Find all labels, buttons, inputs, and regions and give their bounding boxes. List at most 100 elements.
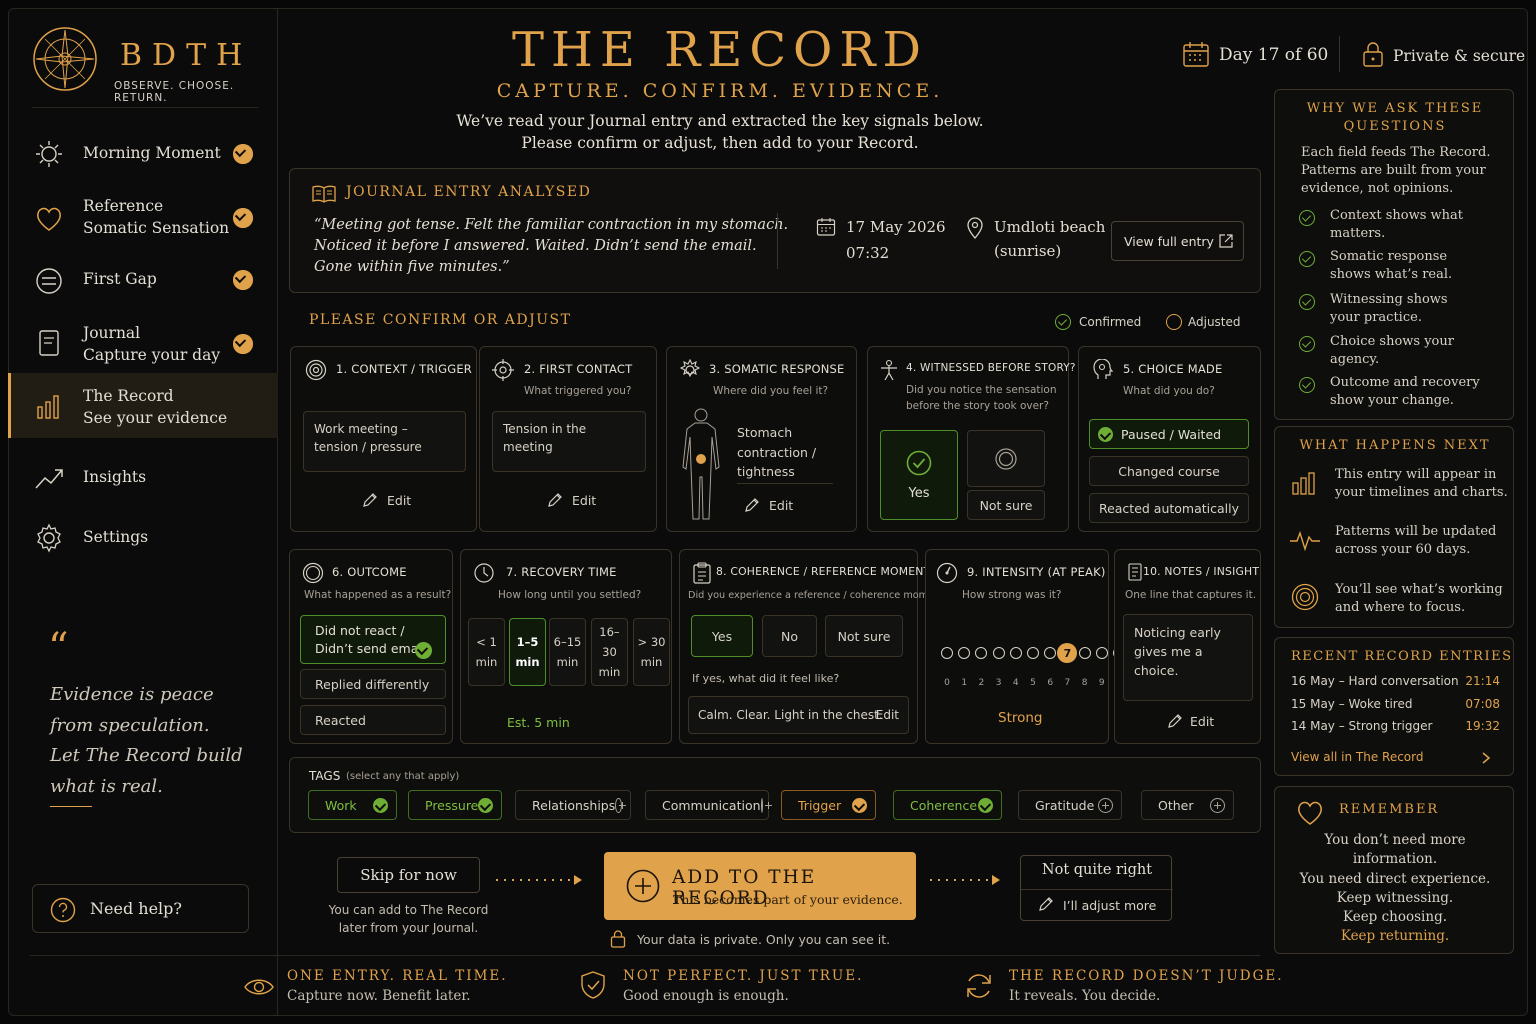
- choice-changed-course-option[interactable]: Changed course: [1089, 456, 1249, 486]
- tag-label: Communication: [662, 797, 761, 813]
- adjust-more-button[interactable]: I’ll adjust more: [1063, 898, 1156, 913]
- pencil-icon: [1039, 897, 1053, 911]
- recent-entry[interactable]: 16 May – Hard conversation: [1291, 674, 1459, 688]
- intensity-point[interactable]: [1044, 647, 1057, 659]
- nav-item-the-record[interactable]: The Record See your evidence: [8, 373, 278, 438]
- footer-title: NOT PERFECT. JUST TRUE.: [623, 968, 864, 984]
- tag-relationships[interactable]: Relationships: [515, 790, 631, 820]
- nav-item-first-gap[interactable]: First Gap: [8, 256, 278, 306]
- skip-button[interactable]: Skip for now: [337, 857, 480, 893]
- card-title: 5. CHOICE MADE: [1123, 362, 1223, 376]
- intensity-point[interactable]: [992, 647, 1005, 659]
- add-to-record-button[interactable]: ADD TO THE RECORD This becomes part of y…: [604, 852, 916, 920]
- choice-reacted-option[interactable]: Reacted automatically: [1089, 493, 1249, 523]
- page-title: THE RECORD: [511, 22, 929, 78]
- recent-entry-time: 07:08: [1465, 696, 1500, 711]
- card-title: 1. CONTEXT / TRIGGER: [336, 362, 472, 376]
- journal-divider: [777, 213, 778, 269]
- intensity-point[interactable]: [958, 647, 971, 659]
- nav-item-morning-moment[interactable]: Morning Moment: [8, 128, 278, 178]
- recovery-option[interactable]: 6–15 min: [549, 618, 586, 686]
- outcome-replied-differently-option[interactable]: Replied differently: [300, 669, 446, 699]
- tag-work[interactable]: Work: [308, 790, 397, 820]
- sidebar: BDTH OBSERVE. CHOOSE. RETURN. Morning Mo…: [8, 8, 278, 1016]
- recovery-option[interactable]: 1–5 min: [509, 618, 546, 686]
- card-title: 9. INTENSITY (AT PEAK): [967, 565, 1106, 579]
- edit-button[interactable]: Edit: [1166, 714, 1214, 729]
- chevron-right-icon[interactable]: [1481, 751, 1491, 765]
- recovery-option[interactable]: 16–30 min: [591, 618, 628, 686]
- tag-label: Trigger: [798, 797, 842, 813]
- card-question: What did you do?: [1123, 385, 1215, 397]
- somatic-value[interactable]: Stomach contraction / tightness: [737, 423, 816, 482]
- tag-other[interactable]: Other: [1141, 790, 1234, 820]
- tag-communication[interactable]: Communication: [645, 790, 772, 820]
- tag-trigger[interactable]: Trigger: [781, 790, 876, 820]
- witnessed-not-sure-option[interactable]: Not sure: [967, 490, 1045, 520]
- tag-pressure[interactable]: Pressure: [408, 790, 502, 820]
- plus-icon: [615, 797, 626, 813]
- gear-icon: [37, 523, 61, 553]
- outcome-did-not-react-option[interactable]: Did not react / Didn’t send email: [300, 615, 446, 664]
- next-item: This entry will appear in your timelines …: [1335, 467, 1508, 500]
- view-full-entry-button[interactable]: View full entry: [1111, 221, 1244, 261]
- card-question: Where did you feel it?: [713, 385, 829, 397]
- location-pin-icon: [967, 217, 983, 239]
- coherence-yes-option[interactable]: Yes: [691, 615, 753, 657]
- first-contact-value[interactable]: Tension in the meeting: [492, 411, 646, 472]
- intensity-point[interactable]: [1095, 647, 1108, 659]
- intensity-point[interactable]: [1078, 647, 1091, 659]
- nav-label: First Gap: [83, 270, 157, 288]
- intensity-point[interactable]: [1027, 647, 1039, 659]
- nav-item-journal[interactable]: Journal Capture your day: [8, 314, 278, 374]
- nav-item-settings[interactable]: Settings: [8, 518, 278, 558]
- edit-button[interactable]: Edit: [546, 493, 596, 508]
- question-icon: [50, 897, 76, 923]
- coherence-not-sure-option[interactable]: Not sure: [825, 615, 903, 657]
- intensity-point[interactable]: [975, 647, 988, 659]
- edit-button[interactable]: Edit: [361, 493, 411, 508]
- arrow-dots-icon: [930, 875, 1000, 885]
- notes-value[interactable]: Noticing early gives me a choice.: [1123, 614, 1253, 701]
- card-title: 10. NOTES / INSIGHT: [1143, 565, 1260, 578]
- outcome-reacted-option[interactable]: Reacted: [300, 705, 446, 735]
- context-value[interactable]: Work meeting – tension / pressure: [303, 411, 466, 472]
- help-button[interactable]: Need help?: [32, 884, 249, 933]
- nav-item-reference[interactable]: Reference Somatic Sensation: [8, 188, 278, 248]
- check-icon: [1098, 426, 1113, 442]
- view-all-link[interactable]: View all in The Record: [1291, 750, 1423, 764]
- not-quite-right-button[interactable]: Not quite right: [1021, 862, 1173, 878]
- intensity-point[interactable]: [941, 647, 953, 659]
- trend-up-icon: [35, 469, 63, 489]
- bar-chart-icon: [37, 395, 59, 419]
- nav-item-insights[interactable]: Insights: [8, 458, 278, 498]
- pulse-wave-icon: [1290, 530, 1320, 552]
- intensity-point[interactable]: [1009, 647, 1022, 659]
- check-icon: [978, 797, 993, 813]
- witnessed-yes-option[interactable]: Yes: [880, 430, 958, 520]
- edit-button[interactable]: Edit: [876, 706, 899, 724]
- next-item: You’ll see what’s working and where to fo…: [1335, 582, 1503, 615]
- coherence-answer-field[interactable]: Calm. Clear. Light in the chest. Edit: [688, 696, 909, 734]
- choice-paused-option[interactable]: Paused / Waited: [1089, 419, 1249, 449]
- recent-entry[interactable]: 15 May – Woke tired: [1291, 697, 1412, 711]
- recovery-option[interactable]: < 1 min: [468, 618, 505, 686]
- intensity-selected-point[interactable]: 7: [1057, 643, 1078, 663]
- recovery-icon: [474, 563, 494, 583]
- edit-button[interactable]: Edit: [743, 498, 793, 513]
- journal-icon: [39, 330, 59, 356]
- witnessed-target-option[interactable]: [967, 430, 1045, 487]
- footer-title: ONE ENTRY. REAL TIME.: [287, 968, 508, 984]
- footer-title: THE RECORD DOESN’T JUDGE.: [1009, 968, 1284, 984]
- remember-text: You don’t need more information. You need …: [1299, 832, 1491, 945]
- tag-gratitude[interactable]: Gratitude: [1018, 790, 1122, 820]
- external-link-icon: [1219, 234, 1233, 248]
- nav-label: Insights: [83, 468, 147, 486]
- coherence-no-option[interactable]: No: [762, 615, 817, 657]
- why-item: Choice shows your agency.: [1330, 334, 1454, 367]
- recent-entry[interactable]: 14 May – Strong trigger: [1291, 719, 1432, 733]
- tag-coherence[interactable]: Coherence: [893, 790, 1002, 820]
- pencil-icon: [363, 493, 377, 507]
- recovery-option[interactable]: > 30 min: [633, 618, 670, 686]
- privacy-label: Private & secure: [1393, 47, 1526, 65]
